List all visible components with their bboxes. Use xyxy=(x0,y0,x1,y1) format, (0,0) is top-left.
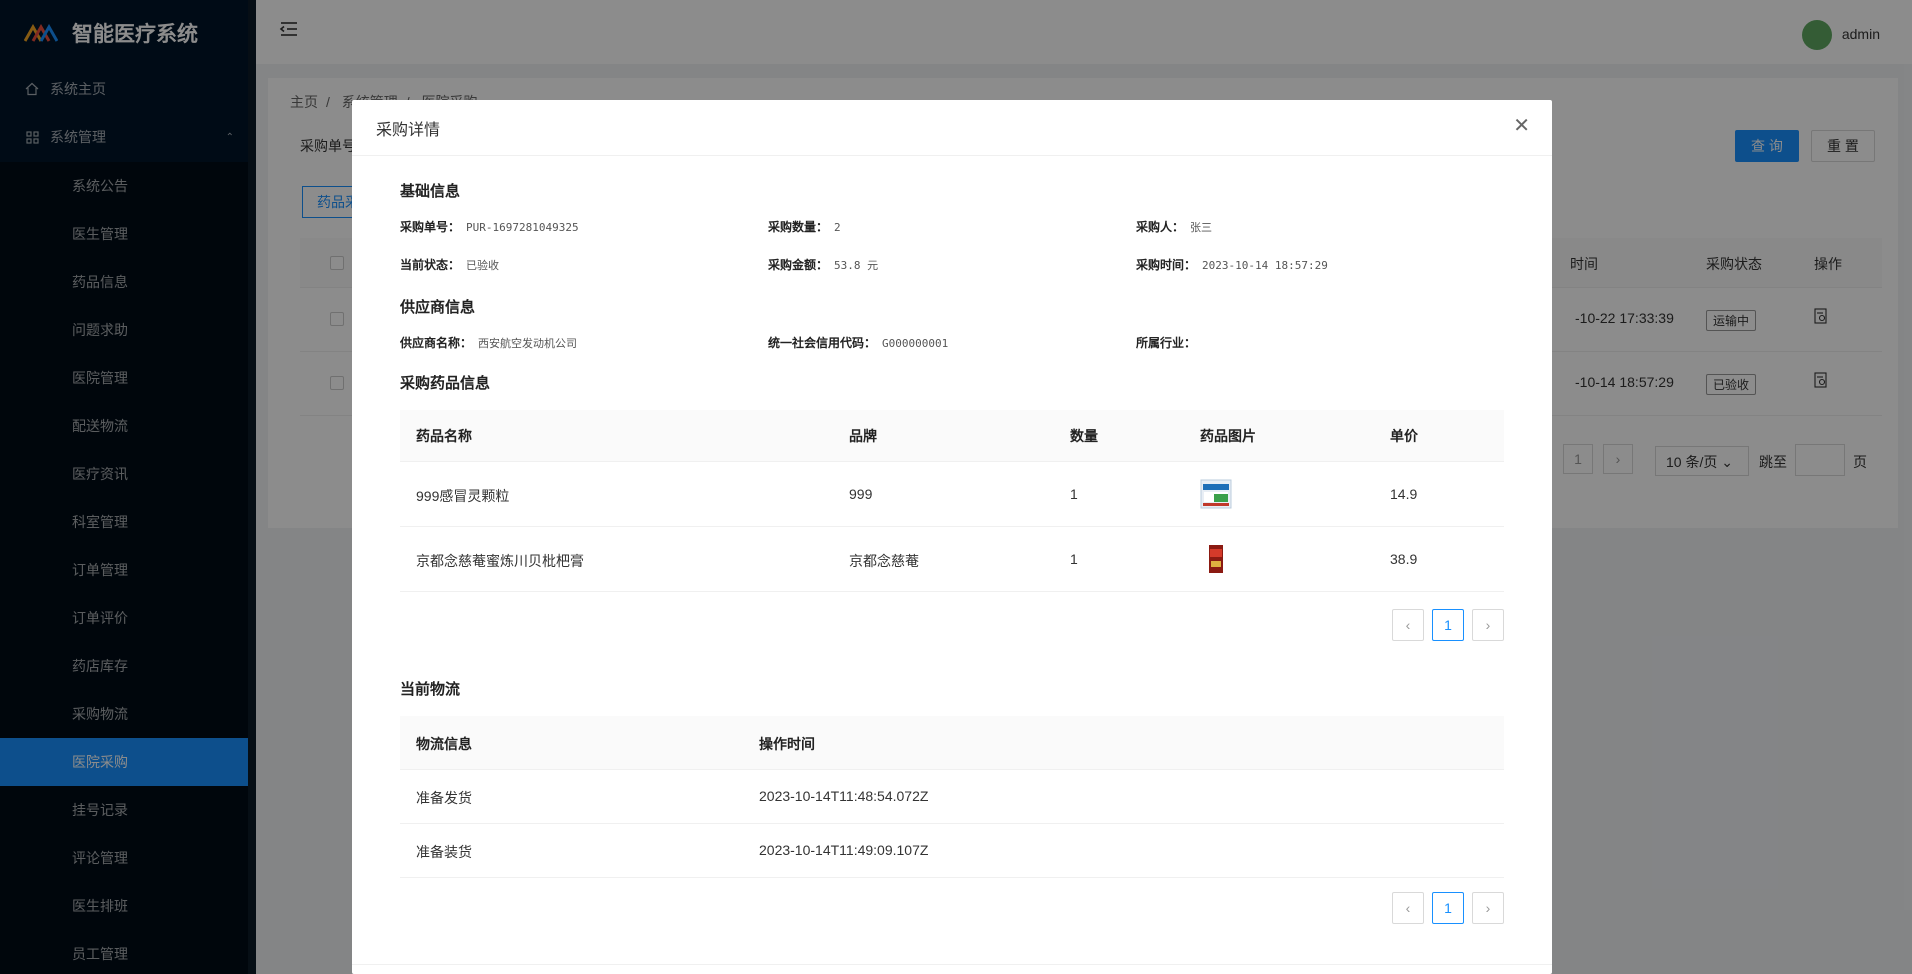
purchase-time: 采购时间： 2023-10-14 18:57:29 xyxy=(1136,256,1328,273)
time-label: 采购时间： xyxy=(1136,258,1197,272)
section-supplier-title: 供应商信息 xyxy=(400,299,476,316)
amount-label: 采购金额： xyxy=(768,258,829,272)
table-row: 京都念慈菴蜜炼川贝枇杷膏 京都念慈菴 1 38.9 xyxy=(400,527,1504,592)
purchase-amount: 采购金额： 53.8 元 xyxy=(768,256,878,273)
logistics-pager-next[interactable]: › xyxy=(1472,892,1504,924)
modal-title: 采购详情 xyxy=(376,121,441,139)
logistics-pager-page[interactable]: 1 xyxy=(1432,892,1464,924)
col-image: 药品图片 xyxy=(1200,428,1256,444)
quantity-value: 2 xyxy=(834,221,841,234)
buyer-label: 采购人： xyxy=(1136,220,1185,234)
table-row: 准备装货 2023-10-14T11:49:09.107Z xyxy=(400,824,1504,878)
buyer: 采购人： 张三 xyxy=(1136,218,1212,235)
col-price: 单价 xyxy=(1390,428,1418,444)
supplier-name-value: 西安航空发动机公司 xyxy=(478,338,578,350)
order-number: 采购单号： PUR-1697281049325 xyxy=(400,218,579,235)
drug-brand: 京都念慈菴 xyxy=(849,553,919,569)
drug-qty: 1 xyxy=(1070,551,1078,567)
logistics-table-header: 物流信息 操作时间 xyxy=(400,716,1504,770)
drug-pager-prev[interactable]: ‹ xyxy=(1392,609,1424,641)
drug-image[interactable] xyxy=(1200,543,1232,575)
quantity-label: 采购数量： xyxy=(768,220,829,234)
section-drugs-title: 采购药品信息 xyxy=(400,375,491,392)
drug-qty: 1 xyxy=(1070,486,1078,502)
status-label: 当前状态： xyxy=(400,258,461,272)
buyer-value: 张三 xyxy=(1190,221,1213,234)
drug-image[interactable] xyxy=(1200,478,1232,510)
logistics-time: 2023-10-14T11:49:09.107Z xyxy=(759,842,929,858)
table-row: 999感冒灵颗粒 999 1 14.9 xyxy=(400,462,1504,527)
credit-code-label: 统一社会信用代码： xyxy=(768,336,877,350)
drug-name: 999感冒灵颗粒 xyxy=(416,488,510,504)
industry-label: 所属行业： xyxy=(1136,336,1197,350)
industry: 所属行业： xyxy=(1136,334,1202,351)
col-brand: 品牌 xyxy=(849,428,877,444)
purchase-detail-modal: 采购详情 ✕ 基础信息 采购单号： PUR-1697281049325 采购数量：… xyxy=(352,100,1552,974)
order-number-label: 采购单号： xyxy=(400,220,461,234)
amount-value: 53.8 元 xyxy=(834,259,879,272)
logistics-pager-prev[interactable]: ‹ xyxy=(1392,892,1424,924)
logistics-info: 准备装货 xyxy=(416,844,472,860)
drug-pager-page[interactable]: 1 xyxy=(1432,609,1464,641)
col-qty: 数量 xyxy=(1070,428,1098,444)
col-drug-name: 药品名称 xyxy=(416,428,472,444)
status-value: 已验收 xyxy=(466,259,500,272)
section-basic-title: 基础信息 xyxy=(400,183,461,200)
time-value: 2023-10-14 18:57:29 xyxy=(1202,259,1328,272)
drug-price: 14.9 xyxy=(1390,486,1418,502)
close-icon[interactable]: ✕ xyxy=(1513,116,1530,136)
modal-footer-divider xyxy=(352,964,1552,965)
col-operation-time: 操作时间 xyxy=(759,736,815,752)
modal-header: 采购详情 ✕ xyxy=(352,100,1552,156)
supplier-name-label: 供应商名称： xyxy=(400,336,473,350)
drug-brand: 999 xyxy=(849,486,873,502)
order-number-value: PUR-1697281049325 xyxy=(466,221,579,234)
credit-code: 统一社会信用代码： G000000001 xyxy=(768,334,948,351)
drug-price: 38.9 xyxy=(1390,551,1418,567)
drug-table-header: 药品名称 品牌 数量 药品图片 单价 xyxy=(400,410,1504,462)
supplier-name: 供应商名称： 西安航空发动机公司 xyxy=(400,334,577,351)
drug-pager-next[interactable]: › xyxy=(1472,609,1504,641)
col-logistics-info: 物流信息 xyxy=(416,736,472,752)
drug-name: 京都念慈菴蜜炼川贝枇杷膏 xyxy=(416,553,584,569)
credit-code-value: G000000001 xyxy=(882,337,949,350)
logistics-time: 2023-10-14T11:48:54.072Z xyxy=(759,788,929,804)
section-logistics-title: 当前物流 xyxy=(400,681,461,698)
table-row: 准备发货 2023-10-14T11:48:54.072Z xyxy=(400,770,1504,824)
current-status: 当前状态： 已验收 xyxy=(400,256,499,273)
logistics-info: 准备发货 xyxy=(416,790,472,806)
purchase-quantity: 采购数量： 2 xyxy=(768,218,841,235)
